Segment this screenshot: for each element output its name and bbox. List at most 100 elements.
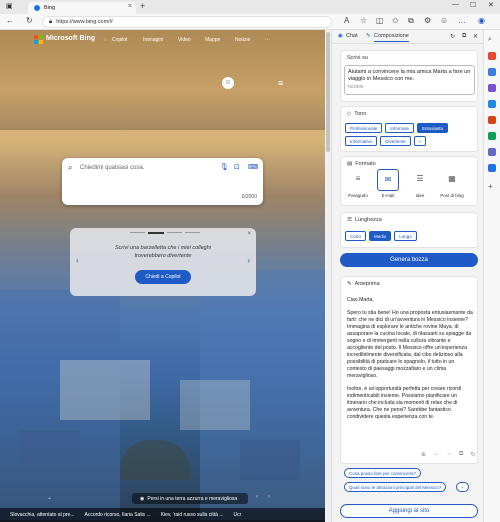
format-email-icon[interactable]: ✉ [377, 169, 399, 191]
search-input[interactable]: Chiedimi qualsiasi cosa. [80, 165, 144, 171]
tab-chat[interactable]: Chat [346, 33, 358, 39]
compose-icon: ✎ [366, 33, 371, 39]
favorites-icon[interactable]: ✩ [392, 17, 399, 25]
length-medium[interactable]: Medio [369, 231, 392, 241]
designer-icon[interactable] [488, 164, 496, 172]
suggestion-chip[interactable]: Cosa posso fare per convincerla? [344, 468, 422, 478]
news-item[interactable]: Slovacchia, attentato al pre... [10, 512, 74, 518]
open-new-icon[interactable]: ⧉ [462, 33, 466, 40]
favorite-star-icon[interactable]: ☆ [360, 17, 367, 25]
topic-char-count: 76/2000 [347, 84, 364, 89]
extensions-icon[interactable]: ⚙ [424, 17, 431, 25]
length-card: ☰ Lunghezza Corto Medio Lungo [340, 212, 478, 248]
teams-icon[interactable] [488, 148, 496, 156]
microsoft-logo-icon [34, 35, 43, 44]
news-item[interactable]: Accordo ricorso, Ilaria Salis ... [84, 512, 150, 518]
length-long[interactable]: Lungo [394, 231, 417, 241]
split-screen-icon[interactable]: ◫ [376, 17, 384, 25]
tone-funny[interactable]: Divertente [380, 136, 411, 146]
news-item[interactable]: Ucr [233, 512, 241, 518]
refresh-icon[interactable]: ↻ [26, 17, 33, 25]
browser-tab[interactable]: Bing × [28, 2, 136, 14]
format-ideas[interactable]: Idee [403, 193, 437, 198]
shopping-icon[interactable] [488, 52, 496, 60]
games-icon[interactable] [488, 84, 496, 92]
regenerate-icon[interactable]: ↻ [470, 451, 475, 458]
preview-paragraph: Inoltre, è un'opportunità perfetta per c… [347, 386, 462, 420]
carousel-prev-icon[interactable]: ‹ [76, 256, 79, 265]
refresh-panel-icon[interactable]: ↻ [450, 33, 455, 40]
image-right-icon[interactable]: › [268, 494, 270, 500]
tone-enthusiastic[interactable]: Entusiasta [417, 123, 449, 133]
minimize-icon[interactable]: — [452, 1, 459, 8]
tone-informative[interactable]: Informativo [345, 136, 378, 146]
maximize-icon[interactable]: ☐ [470, 1, 476, 9]
close-promo-icon[interactable]: × [247, 231, 251, 237]
office-icon[interactable] [488, 100, 496, 108]
scroll-thumb[interactable] [326, 32, 330, 152]
tools-icon[interactable] [488, 68, 496, 76]
read-aloud-icon[interactable]: A [344, 17, 349, 25]
news-item[interactable]: Kiev, 'raid russo sulla città ... [161, 512, 224, 518]
format-paragraph[interactable]: Paragrafo [341, 193, 375, 198]
search-icon[interactable]: ⌕ [488, 36, 496, 44]
new-tab-button[interactable]: + [140, 1, 145, 11]
more-icon[interactable]: … [458, 17, 466, 25]
topic-textarea[interactable]: Aiutami a convincere la mia amica Marta … [344, 65, 475, 95]
copilot-icon[interactable]: ◉ [478, 17, 485, 25]
drop-icon[interactable] [488, 132, 496, 140]
window-menu-icon[interactable]: ▣ [6, 2, 13, 10]
preview-toolbar: ⊕ ← → ⧉ ↻ [421, 451, 475, 458]
nav-copilot[interactable]: Copilot [112, 37, 128, 43]
format-blog-icon[interactable]: ▦ [441, 169, 463, 191]
format-paragraph-icon[interactable]: ≡ [347, 169, 369, 191]
tab-compose[interactable]: Composizione [374, 33, 409, 42]
bing-brand[interactable]: Microsoft Bing [46, 35, 95, 42]
image-prev-icon[interactable]: ⌄ [47, 494, 52, 501]
suggestion-chip[interactable]: Quali sono le attrazioni principali del … [344, 482, 447, 492]
profile-icon[interactable]: ☺ [440, 17, 448, 25]
address-bar[interactable]: 🔒︎ https://www.bing.com/# [42, 16, 332, 28]
generate-draft-button[interactable]: Genera bozza [340, 253, 478, 267]
nav-maps[interactable]: Mappe [205, 37, 220, 43]
more-suggestions-button[interactable]: + [456, 482, 469, 492]
format-email[interactable]: E-mail [371, 193, 405, 198]
image-left-icon[interactable]: ‹ [256, 494, 258, 500]
tone-informal[interactable]: Informale [385, 123, 415, 133]
account-avatar[interactable]: ☺ [222, 77, 234, 89]
ask-copilot-button[interactable]: Chiedi a Copilot [135, 270, 191, 284]
search-box[interactable]: ⌕ Chiedimi qualsiasi cosa. 🎙︎ ⊡ ⌨ 0/2000 [62, 158, 263, 205]
format-ideas-icon[interactable]: ☰ [409, 169, 431, 191]
preview-paragraph: Ciao Marta, [347, 297, 374, 303]
collections-icon[interactable]: ⧉ [408, 17, 414, 25]
microphone-icon[interactable]: 🎙︎ [220, 163, 229, 171]
sidebar-tabs: ◉ Chat ✎ Composizione ↻ ⧉ ✕ [332, 30, 484, 44]
format-blog[interactable]: Post di blog [435, 193, 469, 198]
add-to-site-button[interactable]: Aggiungi al sito [340, 504, 478, 518]
close-window-icon[interactable]: ✕ [488, 1, 494, 9]
visual-search-icon[interactable]: ⊡ [234, 163, 240, 171]
length-options: Corto Medio Lungo [345, 231, 475, 241]
tone-professional[interactable]: Professionale [345, 123, 383, 133]
close-panel-icon[interactable]: ✕ [473, 33, 478, 40]
nav-images[interactable]: Immagini [143, 37, 163, 43]
back-icon[interactable]: ← [6, 17, 14, 25]
add-tone-button[interactable]: + [413, 136, 427, 146]
hamburger-menu-icon[interactable]: ≡ [278, 78, 283, 88]
add-icon[interactable]: ⊕ [421, 451, 426, 458]
carousel-next-icon[interactable]: › [247, 256, 250, 265]
length-short[interactable]: Corto [345, 231, 367, 241]
keyboard-icon[interactable]: ⌨ [248, 163, 258, 171]
nav-more[interactable]: ··· [265, 37, 270, 43]
image-caption[interactable]: ◉ Persi in una terra azzurra e meravigli… [132, 493, 248, 504]
write-about-card: Scrivi su Aiutami a convincere la mia am… [340, 50, 478, 102]
previous-icon[interactable]: ← [433, 451, 439, 458]
add-app-icon[interactable]: + [488, 182, 496, 191]
close-tab-icon[interactable]: × [128, 3, 132, 10]
outlook-icon[interactable] [488, 116, 496, 124]
nav-news[interactable]: Notizie [235, 37, 250, 43]
copy-icon[interactable]: ⧉ [459, 451, 463, 458]
next-icon[interactable]: → [446, 451, 452, 458]
preview-paragraph: Spero tu stia bene! Ho una proposta entu… [347, 310, 473, 379]
nav-video[interactable]: Video [178, 37, 191, 43]
